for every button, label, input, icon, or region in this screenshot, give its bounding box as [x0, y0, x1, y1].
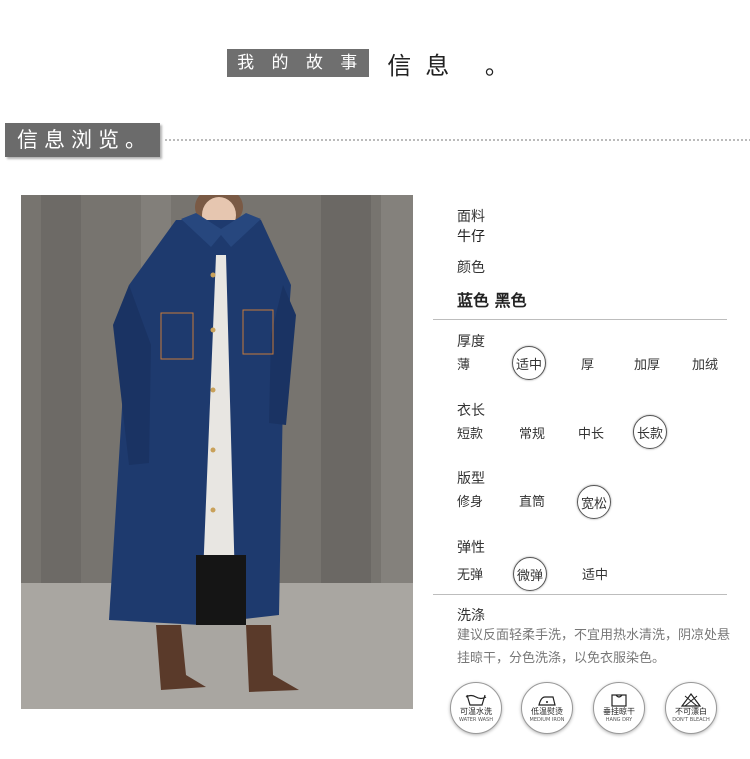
fit-option[interactable]: 修身: [457, 491, 483, 510]
thickness-option[interactable]: 加绒: [692, 354, 718, 373]
washing-text: 建议反面轻柔手洗，不宜用热水清洗，阴凉处悬挂晾干，分色洗涤，以免衣服染色。: [457, 628, 731, 666]
divider: [433, 594, 727, 595]
elasticity-option[interactable]: 无弹: [457, 564, 483, 583]
banner-title: 信息 。: [387, 51, 523, 80]
care-label: 低温熨烫: [531, 707, 563, 716]
section-title: 信息浏览。: [5, 123, 160, 157]
thickness-option[interactable]: 薄: [457, 354, 470, 373]
banner-tag: 我 的 故 事: [227, 49, 370, 77]
care-sublabel: WATER WASH: [458, 717, 493, 723]
thickness-label: 厚度: [457, 334, 485, 350]
length-option[interactable]: 短款: [457, 423, 483, 442]
care-sublabel: HANG DRY: [605, 717, 633, 723]
model-illustration: [21, 195, 413, 709]
fit-option[interactable]: 直筒: [519, 491, 545, 510]
fabric-label: 面料: [457, 209, 485, 225]
care-iron-icon: 低温熨烫 MEDIUM IRON: [521, 682, 573, 734]
section-header: 信息浏览。: [5, 123, 750, 157]
care-wash-icon: 可温水洗 WATER WASH: [450, 682, 502, 734]
wash-icon: [465, 694, 487, 706]
iron-icon: [538, 696, 556, 706]
length-label: 衣长: [457, 403, 485, 419]
care-label: 垂挂晾干: [603, 707, 635, 716]
thickness-option-selected[interactable]: 适中: [512, 346, 546, 380]
top-banner: 我 的 故 事 信息 。: [0, 48, 750, 80]
thickness-option[interactable]: 加厚: [634, 354, 660, 373]
elasticity-label: 弹性: [457, 540, 485, 556]
dotted-divider: [165, 139, 750, 141]
fabric-value: 牛仔: [457, 229, 485, 245]
length-option[interactable]: 常规: [519, 423, 545, 442]
thickness-option[interactable]: 厚: [581, 354, 594, 373]
care-hang-dry-icon: 垂挂晾干 HANG DRY: [593, 682, 645, 734]
elasticity-option-selected[interactable]: 微弹: [513, 557, 547, 591]
color-value: 蓝色 黑色: [457, 291, 527, 310]
washing-label: 洗涤: [457, 608, 485, 624]
care-sublabel: MEDIUM IRON: [529, 717, 565, 723]
no-bleach-icon: [680, 693, 702, 707]
fit-option-selected[interactable]: 宽松: [577, 485, 611, 519]
divider: [433, 319, 727, 320]
color-label: 颜色: [457, 260, 485, 276]
elasticity-option[interactable]: 适中: [582, 564, 608, 583]
care-label: 可温水洗: [460, 707, 492, 716]
hang-dry-icon: [611, 694, 627, 707]
care-label: 不可漂白: [675, 707, 707, 716]
length-option[interactable]: 中长: [578, 423, 604, 442]
care-no-bleach-icon: 不可漂白 DON'T BLEACH: [665, 682, 717, 734]
care-sublabel: DON'T BLEACH: [672, 717, 710, 723]
fit-label: 版型: [457, 471, 485, 487]
length-option-selected[interactable]: 长款: [633, 415, 667, 449]
product-photo: [21, 195, 413, 709]
